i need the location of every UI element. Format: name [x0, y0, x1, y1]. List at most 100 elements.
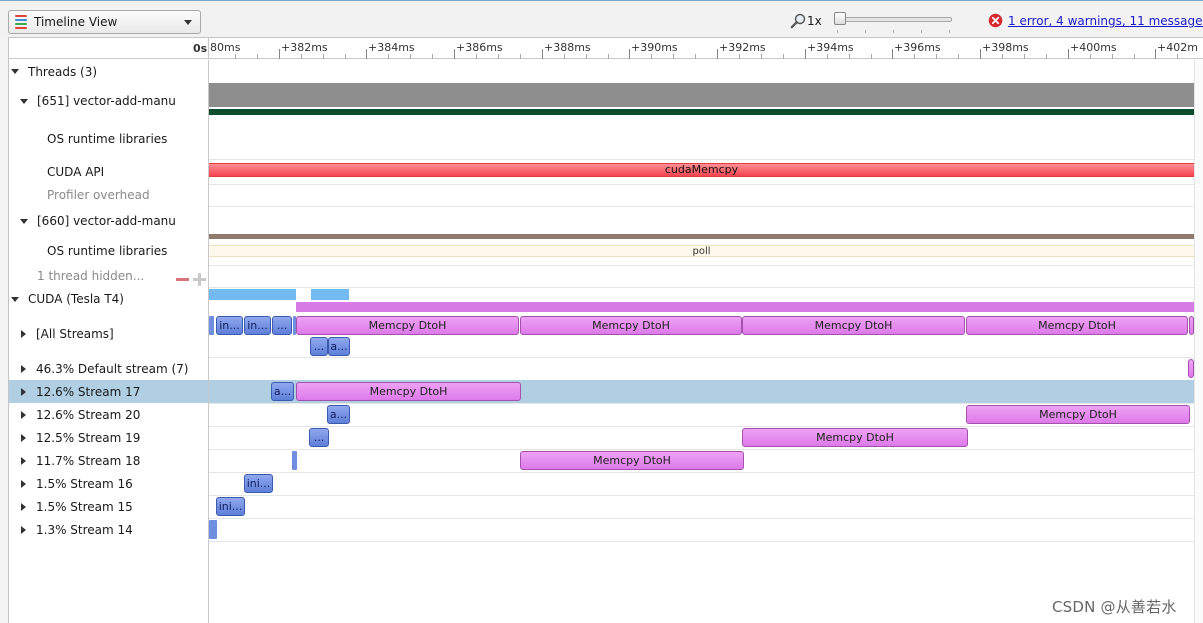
tree-row-label: 12.5% Stream 19	[36, 430, 141, 445]
tree-row-thread-660[interactable]: [660] vector-add-manu	[9, 206, 208, 236]
tree-row-all-streams[interactable]: [All Streams]	[9, 311, 208, 357]
view-select[interactable]: Timeline View	[8, 10, 201, 34]
kernel-block[interactable]: in...	[244, 316, 271, 335]
ruler-minor-tick	[827, 54, 828, 59]
kernel-block[interactable]: ...	[310, 337, 328, 356]
tree-row-stream-selected[interactable]: 12.6% Stream 17	[9, 380, 208, 403]
kernel-block[interactable]: ...	[309, 428, 329, 447]
cuda-api-call-bar[interactable]: cudaMemcpy	[209, 163, 1194, 177]
memcpy-dtoh-block[interactable]: Memcpy DtoH	[742, 316, 965, 335]
memcpy-dtoh-block[interactable]: Memcpy DtoH	[742, 428, 968, 447]
kernel-block[interactable]: a...	[328, 337, 350, 356]
expand-toggle-icon[interactable]	[21, 330, 26, 338]
tree-row-stream[interactable]: 1.5% Stream 15	[9, 495, 208, 518]
tree-row-stream[interactable]: 1.5% Stream 16	[9, 472, 208, 495]
zoom-slider[interactable]	[834, 12, 952, 33]
cpu-utilization-bar[interactable]	[209, 109, 1194, 115]
expand-toggle-icon[interactable]	[21, 479, 26, 488]
tree-row-os-runtime-660[interactable]: OS runtime libraries	[9, 236, 208, 265]
tree-row-stream[interactable]: 11.7% Stream 18	[9, 449, 208, 472]
thread-state-bar[interactable]	[209, 234, 1194, 239]
tree-row-label: CUDA API	[47, 164, 105, 179]
ruler-separator	[208, 38, 209, 59]
kernel-utilization-bar[interactable]	[209, 289, 296, 300]
memcpy-dtoh-block[interactable]: Memcpy DtoH	[520, 316, 742, 335]
tree-row-label: [All Streams]	[36, 327, 114, 341]
tree-row-stream[interactable]: 1.3% Stream 14	[9, 518, 208, 541]
memcpy-dtoh-block[interactable]: Memcpy DtoH	[966, 316, 1188, 335]
kernel-utilization-bar[interactable]	[311, 289, 349, 300]
expand-toggle-icon[interactable]	[21, 410, 26, 419]
tree-row-stream[interactable]: 46.3% Default stream (7)	[9, 357, 208, 380]
memcpy-dtoh-block[interactable]: Memcpy DtoH	[296, 382, 521, 401]
ruler-minor-tick	[388, 54, 389, 59]
ruler-major-tick	[717, 49, 718, 59]
kernel-block[interactable]	[292, 451, 297, 470]
kernel-block[interactable]	[209, 520, 217, 539]
tree-row-label: 12.6% Stream 17	[36, 384, 141, 399]
kernel-block[interactable]: ...	[272, 316, 292, 335]
ruler-tick-label: +386ms	[456, 41, 503, 54]
ruler-major-tick	[805, 49, 806, 59]
kernel-block[interactable]: ini...	[216, 497, 245, 516]
ruler-minor-tick	[1002, 54, 1003, 59]
expand-toggle-icon[interactable]	[21, 456, 26, 465]
tree-row-cuda-device[interactable]: CUDA (Tesla T4)	[9, 287, 208, 311]
zoom-slider-thumb[interactable]	[834, 12, 846, 25]
expand-toggle-icon[interactable]	[21, 502, 26, 511]
expand-toggle-icon[interactable]	[21, 364, 26, 373]
row-divider	[209, 495, 1194, 496]
show-hide-threads-icon[interactable]	[175, 272, 207, 286]
time-ruler[interactable]: 0s 80ms +382ms +384ms +386ms +388ms +390…	[9, 38, 1203, 59]
row-divider	[209, 449, 1194, 450]
memcpy-dtoh-block[interactable]: Memcpy DtoH	[520, 451, 744, 470]
messages-link[interactable]: 1 error, 4 warnings, 11 messages	[1008, 14, 1203, 28]
tree-row-stream[interactable]: 12.6% Stream 20	[9, 403, 208, 426]
kernel-block[interactable]: a...	[271, 382, 294, 401]
ruler-minor-tick	[235, 54, 236, 59]
expand-toggle-icon[interactable]	[21, 525, 26, 534]
tree-row-label: CUDA (Tesla T4)	[28, 292, 124, 306]
ruler-minor-tick	[345, 54, 346, 59]
thread-state-bar[interactable]	[209, 83, 1194, 107]
expand-toggle-icon[interactable]	[21, 433, 26, 442]
chevron-down-icon	[184, 20, 192, 25]
ruler-minor-tick	[673, 54, 674, 59]
ruler-major-tick	[1155, 49, 1156, 59]
tree-row-stream[interactable]: 12.5% Stream 19	[9, 426, 208, 449]
row-divider	[209, 287, 1194, 288]
tree-row-cuda-api[interactable]: CUDA API	[9, 159, 208, 184]
tree-row-label: Threads (3)	[28, 64, 98, 79]
tree-row-label: 46.3% Default stream (7)	[36, 361, 189, 376]
row-divider	[209, 472, 1194, 473]
os-runtime-call-bar[interactable]: poll	[209, 245, 1194, 257]
expand-toggle-icon[interactable]	[11, 69, 19, 74]
kernel-block[interactable]: a...	[327, 405, 350, 424]
toolbar: Timeline View 1x 1 error, 4 warnings, 11…	[0, 1, 1203, 37]
timeline-canvas[interactable]: cudaMemcpy poll in... in... ... Memcpy D…	[209, 60, 1194, 623]
row-divider	[209, 184, 1194, 185]
memcpy-dtoh-block[interactable]: Memcpy DtoH	[966, 405, 1190, 424]
expand-toggle-icon[interactable]	[20, 98, 28, 104]
tree-row-threads[interactable]: Threads (3)	[9, 60, 208, 83]
ruler-minor-tick	[1024, 54, 1025, 59]
tree-row-label: 1.5% Stream 16	[36, 476, 133, 491]
kernel-block[interactable]: in...	[216, 316, 243, 335]
expand-toggle-icon[interactable]	[20, 218, 28, 224]
zoom-tick	[837, 30, 838, 33]
expand-toggle-icon[interactable]	[21, 387, 26, 396]
tree-row-thread-651[interactable]: [651] vector-add-manu	[9, 83, 208, 119]
ruler-minor-tick	[586, 54, 587, 59]
tree-row-profiler-overhead[interactable]: Profiler overhead	[9, 184, 208, 206]
row-tree: Threads (3) [651] vector-add-manu OS run…	[9, 60, 209, 623]
expand-toggle-icon[interactable]	[11, 296, 19, 302]
tree-row-os-runtime[interactable]: OS runtime libraries	[9, 119, 208, 159]
memory-utilization-bar[interactable]	[296, 302, 1194, 312]
vertical-scrollbar[interactable]	[1194, 60, 1203, 623]
memcpy-dtoh-block[interactable]: Memcpy DtoH	[296, 316, 519, 335]
ruler-minor-tick	[958, 54, 959, 59]
ruler-tick-label: +398ms	[982, 41, 1029, 54]
kernel-block[interactable]	[209, 316, 214, 335]
kernel-block[interactable]: ini...	[244, 474, 273, 493]
ruler-minor-tick	[871, 54, 872, 59]
